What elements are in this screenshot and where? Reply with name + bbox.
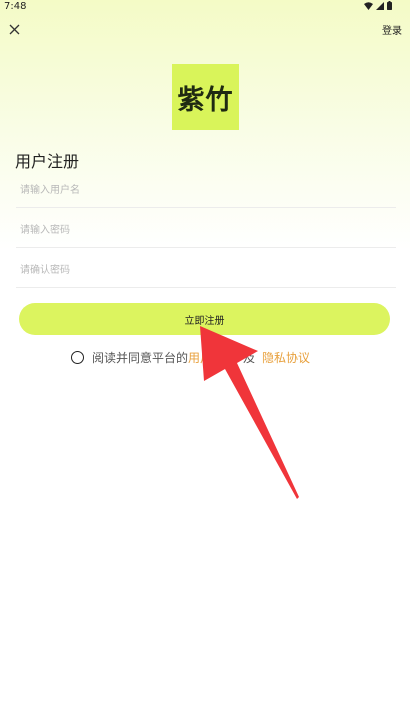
username-field-row — [16, 170, 396, 208]
register-page: 7:48 登录 紫竹 用户注册 立即注册 阅读并同意平台的 用户协议 及 隐私协… — [0, 0, 410, 728]
password-field-row — [16, 210, 396, 248]
agreement-row: 阅读并同意平台的 用户协议 及 隐私协议 — [71, 348, 310, 366]
confirm-password-input[interactable] — [20, 260, 390, 280]
close-button[interactable] — [7, 22, 21, 36]
login-link[interactable]: 登录 — [382, 22, 402, 37]
password-input[interactable] — [20, 220, 390, 240]
signal-icon — [376, 1, 384, 10]
privacy-policy-link[interactable]: 隐私协议 — [262, 349, 310, 366]
wifi-icon — [364, 1, 373, 10]
page-title: 用户注册 — [15, 152, 80, 171]
register-button[interactable]: 立即注册 — [19, 303, 390, 335]
battery-icon — [387, 1, 392, 10]
agreement-radio[interactable] — [71, 350, 84, 364]
agreement-prefix: 阅读并同意平台的 — [92, 350, 189, 365]
status-bar: 7:48 — [0, 0, 410, 14]
app-logo: 紫竹 — [172, 64, 239, 130]
app-logo-text: 紫竹 — [177, 84, 234, 116]
username-input[interactable] — [20, 180, 390, 200]
status-time: 7:48 — [4, 1, 27, 12]
status-icons — [364, 1, 392, 10]
confirm-password-field-row — [16, 250, 396, 288]
user-agreement-link[interactable]: 用户协议 — [188, 349, 236, 366]
agreement-and: 及 — [243, 350, 256, 365]
close-icon — [9, 24, 19, 34]
